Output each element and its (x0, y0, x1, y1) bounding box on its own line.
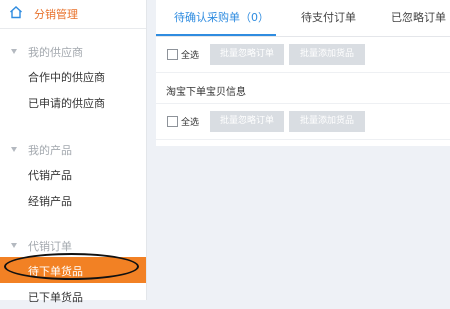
sidebar-item-pending-order-goods[interactable]: 待下单货品 (0, 253, 146, 283)
tab-pending-payment[interactable]: 待支付订单 (301, 0, 356, 36)
select-all-checkbox[interactable] (167, 116, 178, 127)
sidebar-item-cooperating-suppliers[interactable]: 合作中的供应商 (0, 63, 146, 89)
active-tab-indicator (156, 34, 276, 36)
batch-add-goods-button[interactable]: 批量添加货品 (289, 111, 365, 132)
sidebar-item-label: 合作中的供应商 (28, 71, 105, 84)
batch-ignore-button[interactable]: 批量忽略订单 (210, 111, 284, 132)
group-header-my-products[interactable]: 我的产品 (0, 139, 146, 161)
tab-pending-confirm[interactable]: 待确认采购单（0） (174, 0, 269, 36)
sidebar-item-label: 已申请的供应商 (28, 97, 105, 110)
group-my-suppliers: 我的供应商 合作中的供应商 已申请的供应商 (0, 41, 146, 115)
group-header-my-suppliers[interactable]: 我的供应商 (0, 41, 146, 63)
batch-ignore-button[interactable]: 批量忽略订单 (210, 44, 284, 65)
caret-down-icon (11, 243, 17, 248)
info-row: 淘宝下单宝贝信息 (156, 73, 450, 104)
home-icon (9, 5, 23, 19)
sidebar-title: 分销管理 (34, 8, 78, 21)
select-all-label: 全选 (181, 118, 200, 128)
bottom-toolbar: 全选 批量忽略订单 批量添加货品 (156, 104, 450, 140)
group-label: 我的供应商 (28, 46, 83, 59)
sidebar-item-label: 经销产品 (28, 195, 72, 208)
sidebar: 分销管理 我的供应商 合作中的供应商 已申请的供应商 我的产品 代销产品 经销产… (0, 0, 147, 304)
sidebar-header[interactable]: 分销管理 (0, 0, 146, 29)
group-consignment-orders: 代销订单 待下单货品 已下单货品 (0, 235, 146, 309)
group-label: 代销订单 (28, 240, 72, 253)
main-panel: 待确认采购单（0） 待支付订单 已忽略订单（ 全选 批量忽略订单 批量添加货品 … (156, 0, 450, 146)
caret-down-icon (11, 49, 17, 54)
tab-bar: 待确认采购单（0） 待支付订单 已忽略订单（ (156, 0, 450, 37)
group-label: 我的产品 (28, 144, 72, 157)
select-all-checkbox[interactable] (167, 49, 178, 60)
top-toolbar: 全选 批量忽略订单 批量添加货品 (156, 37, 450, 73)
highlight-circle (4, 253, 139, 280)
batch-add-goods-button[interactable]: 批量添加货品 (289, 44, 365, 65)
sidebar-item-label: 已下单货品 (28, 291, 83, 304)
sidebar-item-distribution-products[interactable]: 经销产品 (0, 187, 146, 213)
taobao-item-info-label: 淘宝下单宝贝信息 (166, 87, 246, 98)
group-my-products: 我的产品 代销产品 经销产品 (0, 139, 146, 213)
sidebar-item-ordered-goods[interactable]: 已下单货品 (0, 283, 146, 309)
tab-ignored-orders[interactable]: 已忽略订单（ (391, 0, 450, 36)
sidebar-item-label: 代销产品 (28, 169, 72, 182)
sidebar-item-applied-suppliers[interactable]: 已申请的供应商 (0, 89, 146, 115)
sidebar-item-consignment-products[interactable]: 代销产品 (0, 161, 146, 187)
select-all-label: 全选 (181, 51, 200, 61)
caret-down-icon (11, 147, 17, 152)
